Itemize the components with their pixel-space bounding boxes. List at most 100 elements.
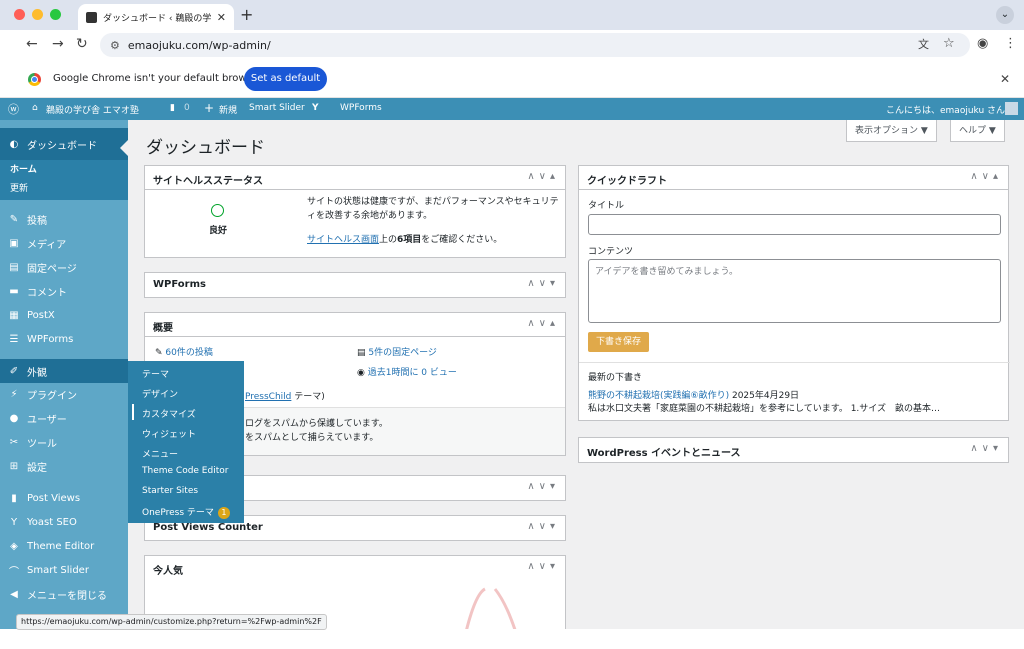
greeting-link[interactable]: こんにちは、emaojuku さん	[886, 103, 1005, 116]
new-content-link[interactable]: 新規	[219, 103, 237, 116]
help-button[interactable]: ヘルプ ▼	[950, 120, 1005, 142]
site-info-icon[interactable]: ⚙	[110, 39, 120, 52]
menu-dots-icon[interactable]: ⋮	[1004, 36, 1017, 51]
submenu-home[interactable]: ホーム	[10, 162, 37, 175]
pages-count-link[interactable]: ▤ 5件の固定ページ	[357, 345, 437, 358]
box-controls[interactable]: ∧∨▾	[970, 443, 1002, 454]
sidebar-item-label: 固定ページ	[27, 263, 77, 275]
comment-bubble-icon[interactable]: ▮	[170, 103, 175, 113]
posts-count-link[interactable]: ✎ 60件の投稿	[155, 345, 213, 358]
flyout-starter-sites[interactable]: Starter Sites	[142, 486, 198, 496]
sidebar-item-tools[interactable]: ✂ ツール	[0, 430, 128, 454]
comment-count[interactable]: 0	[184, 103, 190, 113]
flyout-customize[interactable]: カスタマイズ	[142, 407, 196, 420]
yoast-icon[interactable]: Y	[312, 103, 319, 113]
sidebar-item-posts[interactable]: ✎ 投稿	[0, 207, 128, 231]
tab-close-icon[interactable]: ✕	[217, 11, 226, 24]
box-controls[interactable]: ∧∨▾	[527, 278, 559, 289]
reload-icon[interactable]: ↻	[76, 36, 88, 52]
plus-icon[interactable]: +	[204, 101, 214, 115]
sidebar-item-comments[interactable]: ▬ コメント	[0, 279, 128, 303]
sidebar-item-smart-slider[interactable]: ⌒ Smart Slider	[0, 558, 128, 582]
sidebar-item-label: 投稿	[27, 215, 47, 227]
dashboard-icon: ◐	[9, 138, 19, 150]
screen-options-button[interactable]: 表示オプション ▼	[846, 120, 937, 142]
sidebar-item-post-views[interactable]: ▮ Post Views	[0, 486, 128, 510]
recent-draft-link[interactable]: 熊野の不耕起栽培(実践編⑥畝作り)	[588, 391, 729, 401]
back-icon[interactable]: ←	[26, 36, 38, 52]
chart-icon: ▮	[11, 492, 17, 504]
sidebar-collapse-menu[interactable]: ◀ メニューを閉じる	[0, 582, 128, 606]
sidebar-item-appearance[interactable]: ✐ 外観	[0, 359, 128, 383]
flyout-theme-code-editor[interactable]: Theme Code Editor	[142, 466, 228, 476]
box-controls[interactable]: ∧∨▾	[527, 521, 559, 532]
new-tab-button[interactable]: +	[240, 5, 253, 24]
sidebar-item-pages[interactable]: ▤ 固定ページ	[0, 255, 128, 279]
theme-link[interactable]: PressChild	[245, 392, 291, 402]
sidebar-item-media[interactable]: ▣ メディア	[0, 231, 128, 255]
submenu-updates[interactable]: 更新	[10, 181, 28, 194]
bookmark-star-icon[interactable]: ☆	[943, 36, 955, 51]
admin-sidebar: ◐ ダッシュボード ホーム 更新 ✎ 投稿 ▣ メディア ▤ 固定ページ ▬ コ…	[0, 120, 128, 629]
wpforms-link[interactable]: WPForms	[340, 103, 382, 113]
draft-content-textarea[interactable]: アイデアを書き留めてみましょう。	[588, 259, 1001, 323]
sidebar-item-theme-editor[interactable]: ◈ Theme Editor	[0, 534, 128, 558]
box-controls[interactable]: ∧∨▾	[527, 561, 559, 572]
postx-icon: ▦	[9, 309, 19, 321]
sidebar-item-label: ツール	[27, 438, 57, 450]
close-window-button[interactable]	[14, 9, 25, 20]
sidebar-item-label: WPForms	[27, 333, 74, 345]
sidebar-item-postx[interactable]: ▦ PostX	[0, 303, 128, 327]
forward-icon[interactable]: →	[52, 36, 64, 52]
sidebar-item-label: 設定	[27, 462, 47, 474]
tab-search-button[interactable]: ⌄	[996, 6, 1014, 24]
sidebar-item-wpforms[interactable]: ☰ WPForms	[0, 327, 128, 351]
translate-icon[interactable]: 文	[918, 36, 929, 52]
flyout-menus[interactable]: メニュー	[142, 447, 178, 460]
health-link-line: サイトヘルス画面上の6項目をご確認ください。	[307, 232, 502, 245]
theme-suffix: テーマ)	[291, 392, 325, 402]
eye-icon: ◉	[357, 368, 368, 378]
flyout-themes[interactable]: テーマ	[142, 367, 169, 380]
sidebar-item-yoast[interactable]: Y Yoast SEO	[0, 510, 128, 534]
flyout-widgets[interactable]: ウィジェット	[142, 427, 196, 440]
avatar[interactable]	[1005, 102, 1018, 115]
flyout-onepress-label: OnePress テーマ	[142, 508, 214, 518]
sidebar-item-users[interactable]: ● ユーザー	[0, 406, 128, 430]
box-controls[interactable]: ∧∨▾	[527, 481, 559, 492]
link-status-bar: https://emaojuku.com/wp-admin/customize.…	[16, 614, 327, 630]
health-link-suffix: 上の	[379, 235, 398, 245]
box-controls[interactable]: ∧∨▴	[527, 171, 559, 182]
browser-tab[interactable]: ダッシュボード ‹ 鵜殿の学び舎 エ ✕	[78, 4, 234, 30]
site-name-link[interactable]: 鵜殿の学び舎 エマオ塾	[46, 103, 139, 116]
save-draft-button[interactable]: 下書き保存	[588, 332, 649, 352]
page-title: ダッシュボード	[146, 138, 265, 158]
site-home-icon[interactable]: ⌂	[32, 103, 38, 113]
maximize-window-button[interactable]	[50, 9, 61, 20]
flyout-onepress-theme[interactable]: OnePress テーマ 1	[142, 505, 230, 519]
box-controls[interactable]: ∧∨▴	[970, 171, 1002, 182]
infobar-close-icon[interactable]: ✕	[1000, 72, 1010, 86]
page-bottom	[0, 629, 1024, 649]
chrome-logo-icon	[28, 73, 41, 86]
theme-info: PressChild テーマ)	[245, 389, 325, 402]
site-health-link[interactable]: サイトヘルス画面	[307, 235, 379, 245]
draft-title-input[interactable]	[588, 214, 1001, 235]
favicon-icon	[86, 11, 97, 23]
address-bar[interactable]: ⚙ emaojuku.com/wp-admin/	[100, 33, 970, 57]
smart-slider-link[interactable]: Smart Slider	[249, 103, 305, 113]
minimize-window-button[interactable]	[32, 9, 43, 20]
health-status-label: 良好	[209, 226, 228, 236]
set-default-button[interactable]: Set as default	[244, 67, 327, 91]
sidebar-item-dashboard[interactable]: ◐ ダッシュボード	[0, 128, 128, 160]
wordpress-logo-icon[interactable]: ⓦ	[8, 101, 19, 117]
sidebar-item-label: ユーザー	[27, 414, 67, 426]
box-controls[interactable]: ∧∨▴	[527, 318, 559, 329]
sidebar-item-settings[interactable]: ⊞ 設定	[0, 454, 128, 478]
sidebar-item-label: ダッシュボード	[27, 140, 97, 152]
flyout-design[interactable]: デザイン	[142, 387, 178, 400]
sidebar-item-plugins[interactable]: ⚡ プラグイン	[0, 382, 128, 406]
sidebar-item-label: Yoast SEO	[27, 516, 77, 528]
profile-icon[interactable]: ◉	[977, 36, 988, 51]
browser-toolbar: ← → ↻ ⚙ emaojuku.com/wp-admin/ 文 ☆ ◉ ⋮	[0, 30, 1024, 60]
